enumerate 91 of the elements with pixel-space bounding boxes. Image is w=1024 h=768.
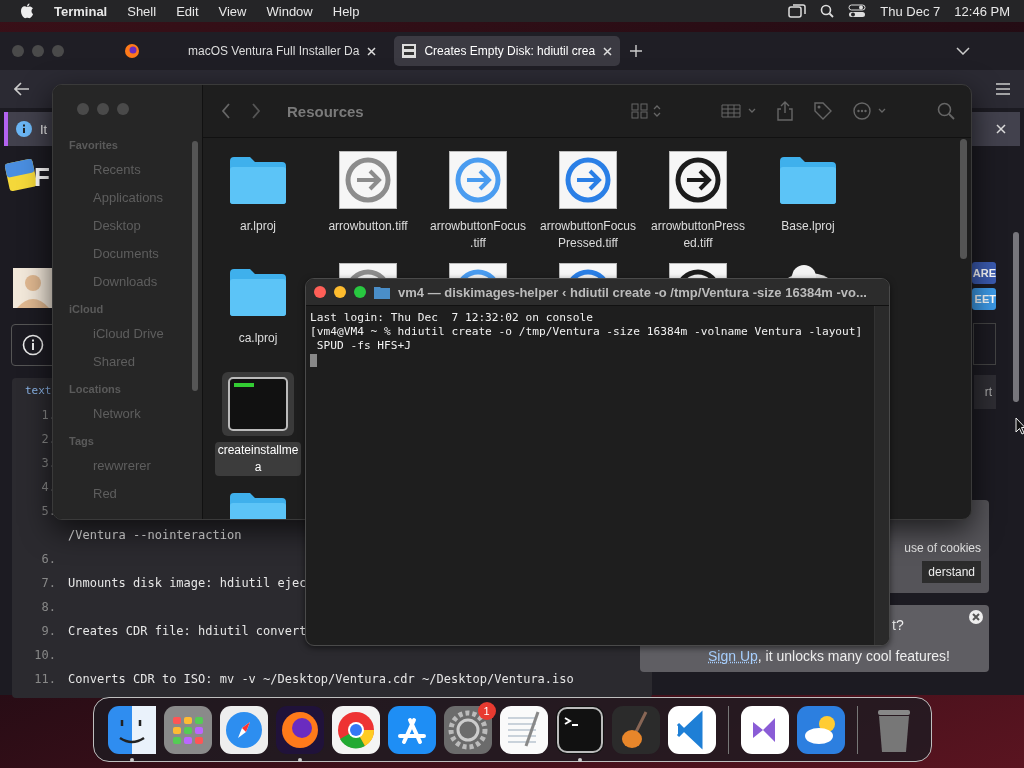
menu-item[interactable]: Edit	[176, 3, 199, 19]
plus-icon[interactable]	[630, 45, 643, 57]
folder-icon[interactable]	[228, 267, 288, 317]
info-text: It	[40, 121, 48, 137]
finder-icon[interactable]	[107, 705, 156, 754]
code-line: /Ventura --nointeraction	[68, 528, 242, 542]
app-grid-icon[interactable]	[163, 705, 212, 754]
window-title: vm4 — diskimages-helper ‹ hdiutil create -o /tmp/Ventura -size 16384m -vo...	[398, 284, 867, 300]
folder-icon[interactable]	[228, 155, 288, 205]
signup-text: Sign Up, it unlocks many cool features!	[708, 648, 950, 664]
side-tab[interactable]: rt	[974, 375, 996, 409]
more-icon[interactable]	[853, 102, 887, 120]
scrollbar[interactable]	[192, 141, 198, 391]
app-store-icon[interactable]	[387, 705, 436, 754]
info-icon	[16, 121, 32, 137]
search-icon[interactable]	[820, 4, 835, 18]
chrome-icon[interactable]	[331, 705, 380, 754]
scrollbar[interactable]	[960, 139, 967, 259]
chevron-left-icon[interactable]	[221, 103, 231, 119]
window-controls-icon[interactable]	[314, 286, 366, 298]
folder-icon	[374, 285, 390, 299]
code-line: Unmounts disk image: hdiutil ejec	[68, 576, 307, 590]
file-name[interactable]: arrowbutton.tiff	[325, 218, 411, 235]
browser-tab[interactable]: Creates Empty Disk: hdiutil crea	[394, 36, 621, 66]
windows-icon[interactable]	[788, 4, 807, 18]
back-arrow-icon[interactable]	[14, 82, 30, 96]
guitar-icon[interactable]	[611, 705, 660, 754]
code-editor-icon[interactable]	[667, 705, 716, 754]
scrollbar[interactable]	[1013, 232, 1019, 402]
toggles-icon[interactable]	[848, 4, 867, 18]
line-number: 11.	[33, 672, 57, 686]
apple-icon[interactable]	[20, 3, 34, 19]
window-title: Resources	[287, 102, 364, 120]
terminal-line: [vm4@VM4 ~ % hdiutil create -o /tmp/Ventura -size 16384m -volname Ventura -layout]	[310, 325, 864, 339]
text-cursor	[310, 354, 317, 367]
menu-item[interactable]: Shell	[127, 3, 157, 19]
info-icon	[22, 334, 44, 356]
code-tab[interactable]: text	[12, 378, 52, 403]
menu-item[interactable]: View	[218, 3, 247, 19]
file-name[interactable]: arrowbuttonFocus .tiff	[426, 218, 529, 252]
clock-text: 12:46 PM	[954, 3, 1010, 19]
code-line: Converts CDR to ISO: mv -v ~/Desktop/Ventura.cdr ~/Desktop/Ventura.iso	[68, 672, 574, 686]
line-number: 7.	[40, 576, 57, 590]
accept-button[interactable]: derstand	[922, 561, 981, 583]
page-title: F	[34, 162, 50, 193]
scrollbar[interactable]	[874, 306, 889, 645]
menu-item[interactable]: Window	[266, 3, 313, 19]
file-name[interactable]: Base.lproj	[778, 218, 838, 235]
file-name[interactable]: arrowbuttonFocus Pressed.tiff	[536, 218, 639, 252]
app-menu[interactable]: Terminal	[54, 3, 108, 19]
gear-icon[interactable]	[443, 705, 492, 754]
line-number: 10.	[33, 648, 57, 662]
notification-badge: 1	[477, 701, 496, 720]
file-name[interactable]: ar.lproj	[237, 218, 279, 235]
close-icon[interactable]	[996, 124, 1006, 134]
close-icon[interactable]	[603, 46, 613, 56]
line-number: 5.	[40, 504, 57, 518]
pointer-icon	[1015, 417, 1024, 435]
fox-globe-icon[interactable]	[275, 705, 324, 754]
date-text: Thu Dec 7	[880, 3, 941, 19]
close-icon[interactable]	[969, 610, 983, 624]
line-number: 8.	[40, 600, 57, 614]
grid-view-icon[interactable]	[631, 103, 661, 119]
signup-link[interactable]: Sign Up	[708, 648, 758, 664]
arrow-image-icon[interactable]	[669, 151, 727, 209]
line-number: 9.	[40, 624, 57, 638]
terminal-exec-icon[interactable]	[228, 377, 288, 431]
fox-globe-icon[interactable]	[124, 43, 140, 59]
avatar-icon	[13, 268, 53, 308]
close-icon[interactable]	[367, 46, 377, 56]
terminal-icon[interactable]	[555, 705, 604, 754]
chevron-down-icon[interactable]	[956, 47, 970, 55]
tag-icon[interactable]	[813, 101, 833, 121]
text-page-icon[interactable]	[499, 705, 548, 754]
browser-tab[interactable]: macOS Ventura Full Installer Da	[180, 36, 385, 66]
share-button[interactable]: ARE	[972, 262, 996, 284]
menu-icon[interactable]	[996, 83, 1010, 95]
share-icon[interactable]	[777, 101, 793, 121]
file-name[interactable]: createinstallme a	[214, 442, 302, 476]
line-number: 6.	[40, 552, 57, 566]
signup-question: t?	[892, 617, 904, 633]
compass-icon[interactable]	[219, 705, 268, 754]
terminal-line: SPUD -fs HFS+J	[315, 339, 413, 353]
terminal-line: Last login: Thu Dec 7 12:32:02 on console	[310, 311, 594, 325]
code-line: Creates CDR file: hdiutil convert	[68, 624, 307, 638]
menu-item[interactable]: Help	[332, 3, 360, 19]
cookie-text: use of cookies	[904, 541, 981, 555]
file-name[interactable]: arrowbuttonPress ed.tiff	[647, 218, 748, 252]
file-name[interactable]: ca.lproj	[235, 330, 281, 347]
folder-icon[interactable]	[778, 155, 838, 205]
cloud-sun-icon[interactable]	[796, 705, 845, 754]
